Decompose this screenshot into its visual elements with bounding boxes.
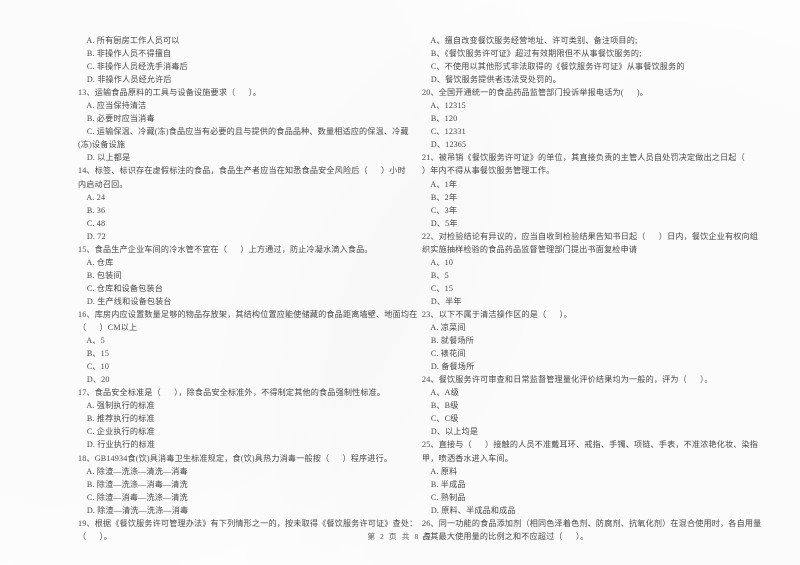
text-line: C. 48 <box>78 218 106 228</box>
text-line: B. 包装间 <box>78 270 122 280</box>
text-line: B、5 <box>422 270 449 280</box>
text-line: D、12365 <box>422 140 467 150</box>
text-line: C. 非操作人员经洗手消毒后 <box>78 62 188 72</box>
text-line: B. 36 <box>78 205 106 215</box>
question-line: 17、食品安全标准是（ ），除食品安全标准外，不得制定其他的食品强制性标准。 <box>78 388 386 398</box>
question-line: 13、运输食品原料的工具与设备设施要求（ ）。 <box>78 88 262 98</box>
text-line: D. 以上都是 <box>78 153 131 163</box>
text-line: D. 原料、半成品和成品 <box>422 505 516 515</box>
text-line: B. 非操作人员不得擅自 <box>78 49 172 59</box>
text-line: A. 强制执行的标准 <box>78 401 155 411</box>
text-line: D. 备餐场所 <box>422 362 475 372</box>
text-line: A、1年 <box>422 179 458 189</box>
text-line: A. 24 <box>78 192 106 202</box>
text-line: D、5年 <box>422 218 458 228</box>
text-line: B、B级 <box>422 401 459 411</box>
text-line: C. 除渣—消毒—洗涤—清洗 <box>78 492 188 502</box>
text-line: ）年内不得从事餐饮服务管理工作。 <box>422 166 555 176</box>
text-line: A. 原料 <box>422 466 458 476</box>
text-line: B、120 <box>422 114 458 124</box>
text-line: C、10 <box>78 362 110 372</box>
text-line: A. 所有厨房工作人员可以 <box>78 36 180 45</box>
text-line: B、《餐饮服务许可证》超过有效期限但不从事餐饮服务的; <box>422 49 642 59</box>
question-line: 24、餐饮服务许可审查和日常监督管理量化评价结果均为一般的，评为（ ）。 <box>422 375 713 385</box>
text-line: B、2年 <box>422 192 458 202</box>
page-footer: 第 2 页 共 8 页 <box>367 532 433 541</box>
question-line: 22、对检验结论有异议的，应当自收到检验结果告知书日起（ ）日内，餐饮企业有权向… <box>422 231 759 241</box>
text-line: B. 就餐场所 <box>422 336 474 346</box>
text-line: C、不使用以其他形式非法取得的《餐饮服务许可证》从事餐饮服务的 <box>422 62 685 72</box>
text-line: 织实施抽样检验的食品药品监督管理部门提出书面复检申请 <box>422 244 638 254</box>
text-line: C、12331 <box>422 127 466 137</box>
text-line: A、A级 <box>422 388 459 398</box>
text-line: C. 裱花间 <box>422 349 466 359</box>
text-line: 甲，喷洒香水进入车间。 <box>422 453 514 463</box>
question-line: 26、同一功能的食品添加剂（相同色泽着色剂、防腐剂、抗氧化剂）在混合使用时，各自… <box>422 518 762 528</box>
text-line: C、15 <box>422 283 454 293</box>
question-line: 19、根据《餐饮服务许可管理办法》有下列情形之一的，按未取得《餐饮服务许可证》查… <box>78 518 418 528</box>
text-line: A、5 <box>78 336 105 346</box>
question-line: 20、全国开通统一的食品药品监管部门投诉举报电话为( )。 <box>422 88 648 98</box>
text-line: D、餐饮服务提供者违法受处罚的。 <box>422 75 561 85</box>
text-line: B、15 <box>78 349 110 359</box>
text-line: D、半年 <box>422 296 462 306</box>
text-line: C. 企业执行的标准 <box>78 427 155 437</box>
text-line: A. 凉菜间 <box>422 323 466 333</box>
question-line: 15、食品生产企业车间的冷水管不宜在（ ）上方通过，防止冷凝水滴入食品。 <box>78 244 373 254</box>
text-line: A、10 <box>422 257 454 267</box>
text-line: D. 行业执行的标准 <box>78 440 156 450</box>
question-line: 18、GB14934食(饮)具消毒卫生标准规定，食(饮)具热力消毒一般按（ ）程… <box>78 453 393 463</box>
text-line: A. 应当保持清洁 <box>78 101 147 111</box>
question-line: 21、被吊销《餐饮服务许可证》的单位，其直接负责的主管人员自处罚决定做出之日起（ <box>422 153 745 163</box>
text-line: D、以上均是 <box>422 427 479 437</box>
text-line: （ ）CM以上 <box>78 323 138 333</box>
two-column-body: A. 所有厨房工作人员可以 B. 非操作人员不得擅自 C. 非操作人员经洗手消毒… <box>0 34 800 543</box>
text-line: A. 除渣—洗涤—清洗—消毒 <box>78 466 188 476</box>
text-line: C、C级 <box>422 414 459 424</box>
text-line: C. 仓库和设备包装台 <box>78 283 163 293</box>
question-line: 23、以下不属于清洁操作区的是（ ）。 <box>422 309 573 319</box>
question-line: 14、标签、标识存在虚假标注的食品，食品生产者应当在知悉食品安全风险后（ ）小时 <box>78 166 406 176</box>
text-line: D、20 <box>78 375 110 385</box>
scanned-page: A. 所有厨房工作人员可以 B. 非操作人员不得擅自 C. 非操作人员经洗手消毒… <box>0 0 800 565</box>
text-line: A、擅自改变餐饮服务经营地址、许可类别、备注项目的; <box>422 36 638 45</box>
text-line: B. 除渣—洗涤—消毒—清洗 <box>78 479 188 489</box>
text-line: 内启动召回。 <box>78 179 128 189</box>
text-line: A. 仓库 <box>78 257 114 267</box>
question-line: 16、库房内应设置数量足够的物品存放架，其结构位置应能使储藏的食品距离墙壁、地面… <box>78 309 418 319</box>
text-line: B. 半成品 <box>422 479 466 489</box>
text-line: C. 运输保温、冷藏(冻)食品应当有必要的且与提供的食品品种、数量相适应的保温、… <box>78 127 409 137</box>
text-line: D. 除渣—清洗—洗涤—消毒 <box>78 505 189 515</box>
text-line: B. 必要时应当消毒 <box>78 114 155 124</box>
text-line: (冻)设备设施 <box>78 140 126 150</box>
text-line: D. 非操作人员经允许后 <box>78 75 172 85</box>
text-line: D. 生产线和设备包装台 <box>78 296 172 306</box>
text-line: A、12315 <box>422 101 466 111</box>
text-line: D. 72 <box>78 231 106 241</box>
right-text-column: A、擅自改变餐饮服务经营地址、许可类别、备注项目的; B、《餐饮服务许可证》超过… <box>400 34 800 543</box>
text-line: C、3年 <box>422 205 458 215</box>
text-line: B. 推荐执行的标准 <box>78 414 155 424</box>
left-text-column: A. 所有厨房工作人员可以 B. 非操作人员不得擅自 C. 非操作人员经洗手消毒… <box>0 34 418 543</box>
text-line: C. 熟制品 <box>422 492 466 502</box>
question-line: 25、直接与（ ）接触的人员不准戴耳环、戒指、手镯、项链、手表，不准浓艳化妆、染… <box>422 440 759 450</box>
